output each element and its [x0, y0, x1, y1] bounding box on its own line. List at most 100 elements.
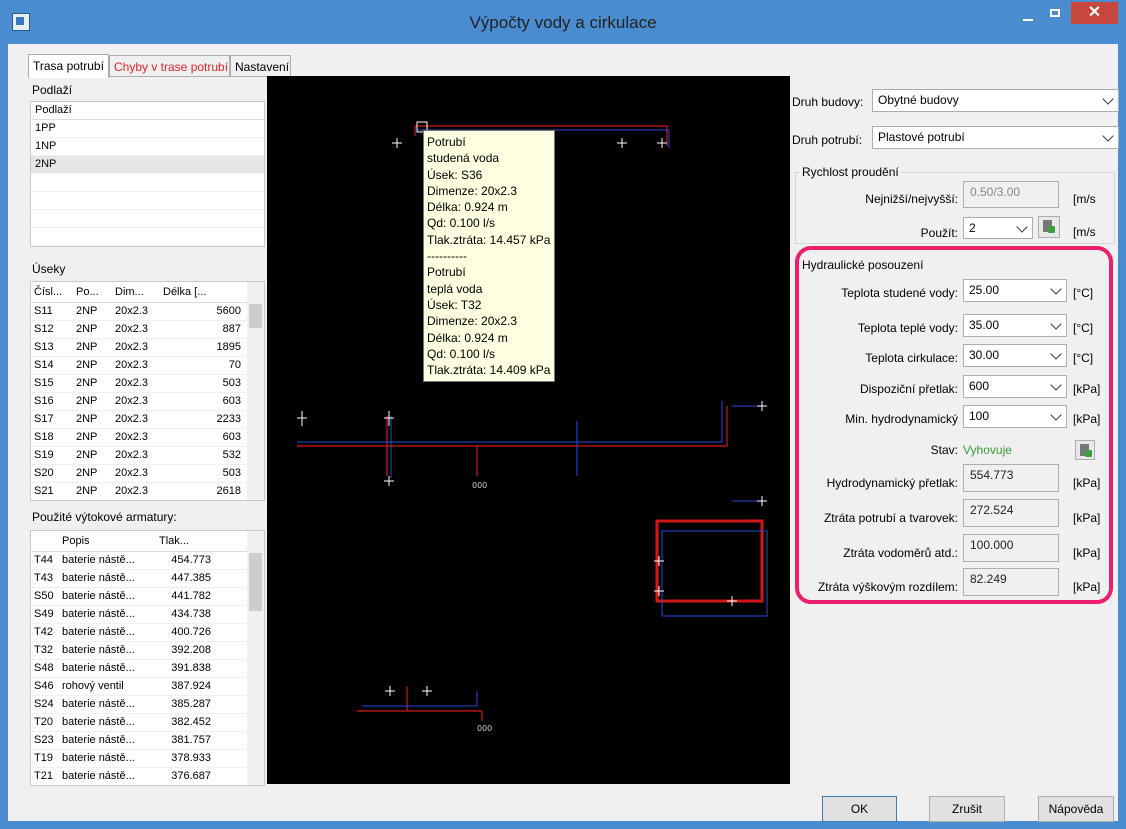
result-field[interactable]: 272.524: [963, 499, 1059, 527]
segments-table[interactable]: Čísl... Po... Dim... Délka [... S11 2NP 20…: [30, 281, 265, 501]
table-cell: 20x2.3: [115, 485, 149, 497]
table-row[interactable]: S16 2NP 20x2.3 603: [31, 393, 264, 411]
scroll-thumb[interactable]: [249, 553, 262, 611]
fittings-scrollbar[interactable]: [247, 531, 264, 785]
unit-label: [kPa]: [1073, 382, 1101, 396]
table-row[interactable]: S14 2NP 20x2.3 70: [31, 357, 264, 375]
help-button[interactable]: Nápověda: [1038, 796, 1114, 822]
hydraulic-label: Dispoziční přetlak:: [859, 382, 958, 396]
window-title: Výpočty vody a cirkulace: [469, 13, 657, 32]
status-value: Vyhovuje: [963, 443, 1012, 457]
result-field[interactable]: 82.249: [963, 568, 1059, 596]
table-row[interactable]: S12 2NP 20x2.3 887: [31, 321, 264, 339]
list-item[interactable]: 1PP: [31, 120, 264, 138]
table-cell: 387.924: [171, 680, 211, 692]
table-row[interactable]: T43 baterie nástě... 447.385: [31, 570, 264, 588]
table-cell: S16: [34, 395, 54, 407]
chevron-down-icon: [1102, 93, 1114, 105]
list-item[interactable]: 1NP: [31, 138, 264, 156]
calculator-button[interactable]: [1075, 440, 1095, 460]
table-row[interactable]: S15 2NP 20x2.3 503: [31, 375, 264, 393]
minimize-button[interactable]: [1015, 2, 1041, 28]
unit-label: [kPa]: [1073, 412, 1101, 426]
hydraulic-select[interactable]: 30.00: [963, 344, 1067, 367]
cancel-button[interactable]: Zrušit: [929, 796, 1005, 822]
col-dimenze[interactable]: Dim...: [115, 282, 144, 302]
table-cell: 2NP: [76, 467, 98, 479]
unit-label: [°C]: [1073, 351, 1094, 365]
col-popis[interactable]: Popis: [62, 531, 90, 551]
table-cell: T43: [34, 572, 53, 584]
table-cell: T32: [34, 644, 53, 656]
floors-column-header: Podlaží: [31, 102, 264, 120]
col-tlak[interactable]: Tlak...: [159, 531, 189, 551]
tab-nastaveni[interactable]: Nastavení: [230, 55, 291, 77]
table-row[interactable]: S48 baterie nástě... 391.838: [31, 660, 264, 678]
tooltip-line: Délka: 0.924 m: [427, 330, 508, 345]
col-delka[interactable]: Délka [...: [163, 282, 206, 302]
empty-row: [31, 228, 264, 246]
result-field[interactable]: 554.773: [963, 464, 1059, 492]
table-row[interactable]: S13 2NP 20x2.3 1895: [31, 339, 264, 357]
chevron-down-icon: [1050, 409, 1062, 421]
table-row[interactable]: S46 rohový ventil 387.924: [31, 678, 264, 696]
table-cell: S13: [34, 341, 54, 353]
floors-list[interactable]: Podlaží 1PP 1NP 2NP: [30, 101, 265, 247]
table-cell: baterie nástě...: [62, 770, 135, 782]
table-row[interactable]: T19 baterie nástě... 378.933: [31, 750, 264, 768]
table-row[interactable]: T21 baterie nástě... 376.687: [31, 768, 264, 785]
col-cislo[interactable]: Čísl...: [34, 282, 62, 302]
tab-trasa-potrubi[interactable]: Trasa potrubí: [28, 54, 109, 78]
tooltip-line: Dimenze: 20x2.3: [427, 314, 518, 329]
hydraulic-select[interactable]: 35.00: [963, 314, 1067, 337]
fittings-table[interactable]: Popis Tlak... T44 baterie nástě... 454.773…: [30, 530, 265, 786]
table-cell: 454.773: [171, 554, 211, 566]
pipe-type-select[interactable]: Plastové potrubí: [872, 126, 1119, 149]
tooltip-line: teplá voda: [427, 281, 483, 296]
table-row[interactable]: S20 2NP 20x2.3 503: [31, 465, 264, 483]
table-row[interactable]: T42 baterie nástě... 400.726: [31, 624, 264, 642]
hydraulic-select[interactable]: 600: [963, 375, 1067, 398]
table-row[interactable]: S24 baterie nástě... 385.287: [31, 696, 264, 714]
table-row[interactable]: S49 baterie nástě... 434.738: [31, 606, 264, 624]
hydraulic-select[interactable]: 25.00: [963, 279, 1067, 302]
calculator-button[interactable]: [1038, 216, 1060, 238]
scroll-thumb[interactable]: [249, 304, 262, 328]
use-value: 2: [969, 221, 976, 235]
table-row[interactable]: T44 baterie nástě... 454.773: [31, 552, 264, 570]
table-row[interactable]: T32 baterie nástě... 392.208: [31, 642, 264, 660]
table-cell: S14: [34, 359, 54, 371]
col-podlazi[interactable]: Po...: [76, 282, 99, 302]
tooltip-line: Úsek: S36: [427, 167, 483, 182]
ok-button[interactable]: OK: [822, 796, 897, 822]
table-cell: S46: [34, 680, 54, 692]
table-cell: T21: [34, 770, 53, 782]
result-field[interactable]: 100.000: [963, 534, 1059, 562]
table-cell: baterie nástě...: [62, 554, 135, 566]
tab-chyby[interactable]: Chyby v trase potrubí: [109, 55, 230, 77]
maximize-button[interactable]: [1043, 2, 1069, 28]
table-cell: S20: [34, 467, 54, 479]
table-cell: 2NP: [76, 431, 98, 443]
table-row[interactable]: T20 baterie nástě... 382.452: [31, 714, 264, 732]
table-row[interactable]: S17 2NP 20x2.3 2233: [31, 411, 264, 429]
use-select[interactable]: 2: [963, 217, 1033, 239]
result-label: Ztráta vodoměrů atd.:: [843, 546, 958, 560]
table-row[interactable]: S50 baterie nástě... 441.782: [31, 588, 264, 606]
table-row[interactable]: S21 2NP 20x2.3 2618: [31, 483, 264, 500]
minmax-field[interactable]: 0.50/3.00: [963, 181, 1059, 208]
close-button[interactable]: ✕: [1071, 2, 1118, 24]
table-row[interactable]: S23 baterie nástě... 381.757: [31, 732, 264, 750]
hydraulic-select[interactable]: 100: [963, 405, 1067, 428]
table-row[interactable]: S18 2NP 20x2.3 603: [31, 429, 264, 447]
table-row[interactable]: S19 2NP 20x2.3 532: [31, 447, 264, 465]
unit-label: [°C]: [1073, 321, 1094, 335]
table-cell: 1895: [216, 341, 241, 353]
title-bar[interactable]: Výpočty vody a cirkulace ✕: [0, 0, 1126, 44]
segments-scrollbar[interactable]: [247, 282, 264, 500]
table-cell: S12: [34, 323, 54, 335]
table-row[interactable]: S11 2NP 20x2.3 5600: [31, 303, 264, 321]
chevron-down-icon: [1102, 130, 1114, 142]
building-type-select[interactable]: Obytné budovy: [872, 89, 1119, 112]
list-item-selected[interactable]: 2NP: [31, 156, 264, 174]
